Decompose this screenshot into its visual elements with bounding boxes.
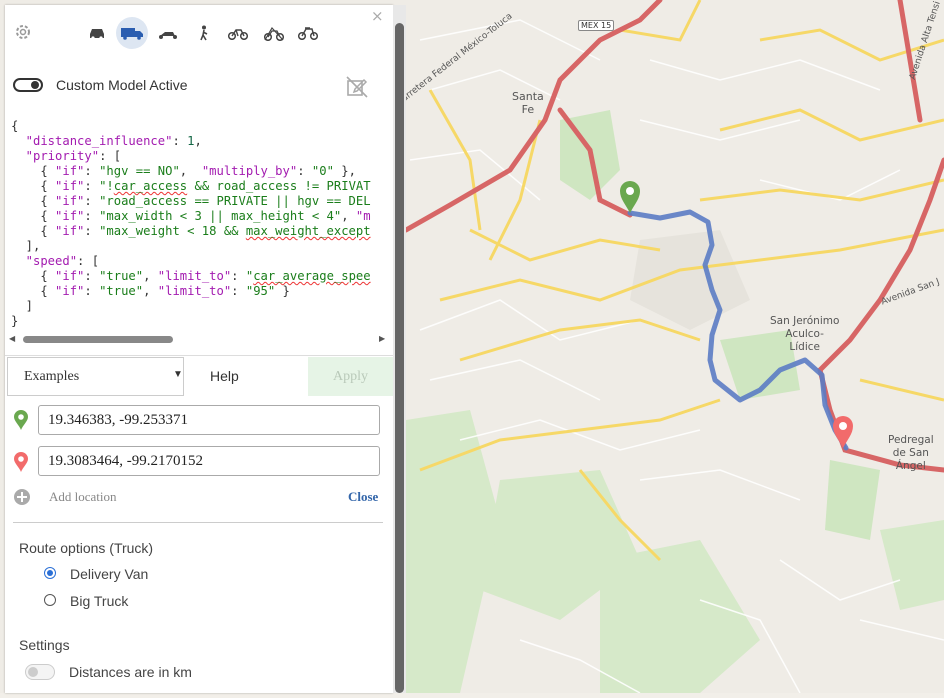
- panel-close-icon[interactable]: ×: [371, 7, 384, 25]
- examples-dropdown[interactable]: Examples ▼: [7, 357, 184, 396]
- custom-model-toggle[interactable]: [13, 78, 43, 92]
- distances-km-toggle[interactable]: [25, 664, 55, 680]
- side-panel: × Custom Model Active {"distance_influe…: [5, 5, 393, 693]
- racing-bike-icon[interactable]: [292, 17, 324, 49]
- code-line: { "if": "road_access == PRIVATE || hgv =…: [11, 194, 371, 208]
- gear-icon[interactable]: [13, 22, 33, 42]
- add-location-label[interactable]: Add location: [49, 489, 117, 505]
- mountain-bike-icon[interactable]: [258, 17, 290, 49]
- code-line: { "if": "max_weight < 18 && max_weight_e…: [11, 224, 371, 238]
- to-location-input[interactable]: 19.3083464, -99.2170152: [38, 446, 380, 476]
- place-label-pedregal: Pedregal de San Ángel: [888, 434, 934, 472]
- add-location-icon[interactable]: [13, 488, 31, 506]
- panel-scroll-thumb[interactable]: [395, 23, 404, 693]
- big-truck-radio[interactable]: [44, 594, 56, 606]
- code-line: "distance_influence": 1,: [11, 134, 202, 148]
- big-truck-label[interactable]: Big Truck: [70, 593, 128, 609]
- help-button[interactable]: Help: [210, 368, 239, 384]
- start-pin-icon: [14, 410, 28, 430]
- custom-model-editor[interactable]: { "distance_influence": 1, "priority": […: [5, 115, 393, 333]
- code-line: { "if": "!car_access && road_access != P…: [11, 179, 371, 193]
- place-label-san-jeronimo: San Jerónimo Aculco- Lídice: [770, 315, 840, 353]
- code-line: "priority": [: [11, 149, 122, 163]
- code-line: { "if": "true", "limit_to": "car_average…: [11, 269, 371, 283]
- delivery-van-radio[interactable]: [44, 567, 56, 579]
- walk-icon[interactable]: [188, 17, 220, 49]
- place-label-santa-fe: Santa Fe: [512, 90, 544, 116]
- custom-model-label: Custom Model Active: [56, 77, 188, 93]
- code-line: }: [11, 314, 19, 328]
- delivery-van-label[interactable]: Delivery Van: [70, 566, 148, 582]
- code-line: { "if": "max_width < 3 || max_height < 4…: [11, 209, 371, 223]
- code-line: { "if": "hgv == NO", "multiply_by": "0" …: [11, 164, 356, 178]
- chevron-down-icon: ▼: [173, 369, 183, 380]
- end-pin-icon: [14, 452, 28, 472]
- editor-scroll-thumb[interactable]: [23, 336, 173, 343]
- apply-button[interactable]: Apply: [308, 357, 393, 396]
- code-line: "speed": [: [11, 254, 100, 268]
- highway-shield: MEX 15: [578, 20, 615, 31]
- car-icon[interactable]: [81, 17, 113, 49]
- panel-scrollbar[interactable]: [393, 5, 406, 693]
- edit-disabled-icon[interactable]: [345, 75, 369, 99]
- code-line: {: [11, 119, 19, 133]
- code-line: ],: [11, 239, 41, 253]
- editor-horizontal-scrollbar[interactable]: ◀ ▶: [5, 333, 393, 346]
- close-button[interactable]: Close: [348, 489, 378, 505]
- code-line: ]: [11, 299, 34, 313]
- from-location-input[interactable]: 19.346383, -99.253371: [38, 405, 380, 435]
- distances-km-label: Distances are in km: [69, 664, 192, 680]
- scooter-icon[interactable]: [152, 17, 184, 49]
- settings-title: Settings: [19, 637, 70, 653]
- bike-icon[interactable]: [222, 17, 254, 49]
- truck-icon[interactable]: [116, 17, 148, 49]
- examples-label: Examples: [24, 369, 80, 384]
- route-options-title: Route options (Truck): [19, 540, 154, 556]
- code-line: { "if": "true", "limit_to": "95" }: [11, 284, 290, 298]
